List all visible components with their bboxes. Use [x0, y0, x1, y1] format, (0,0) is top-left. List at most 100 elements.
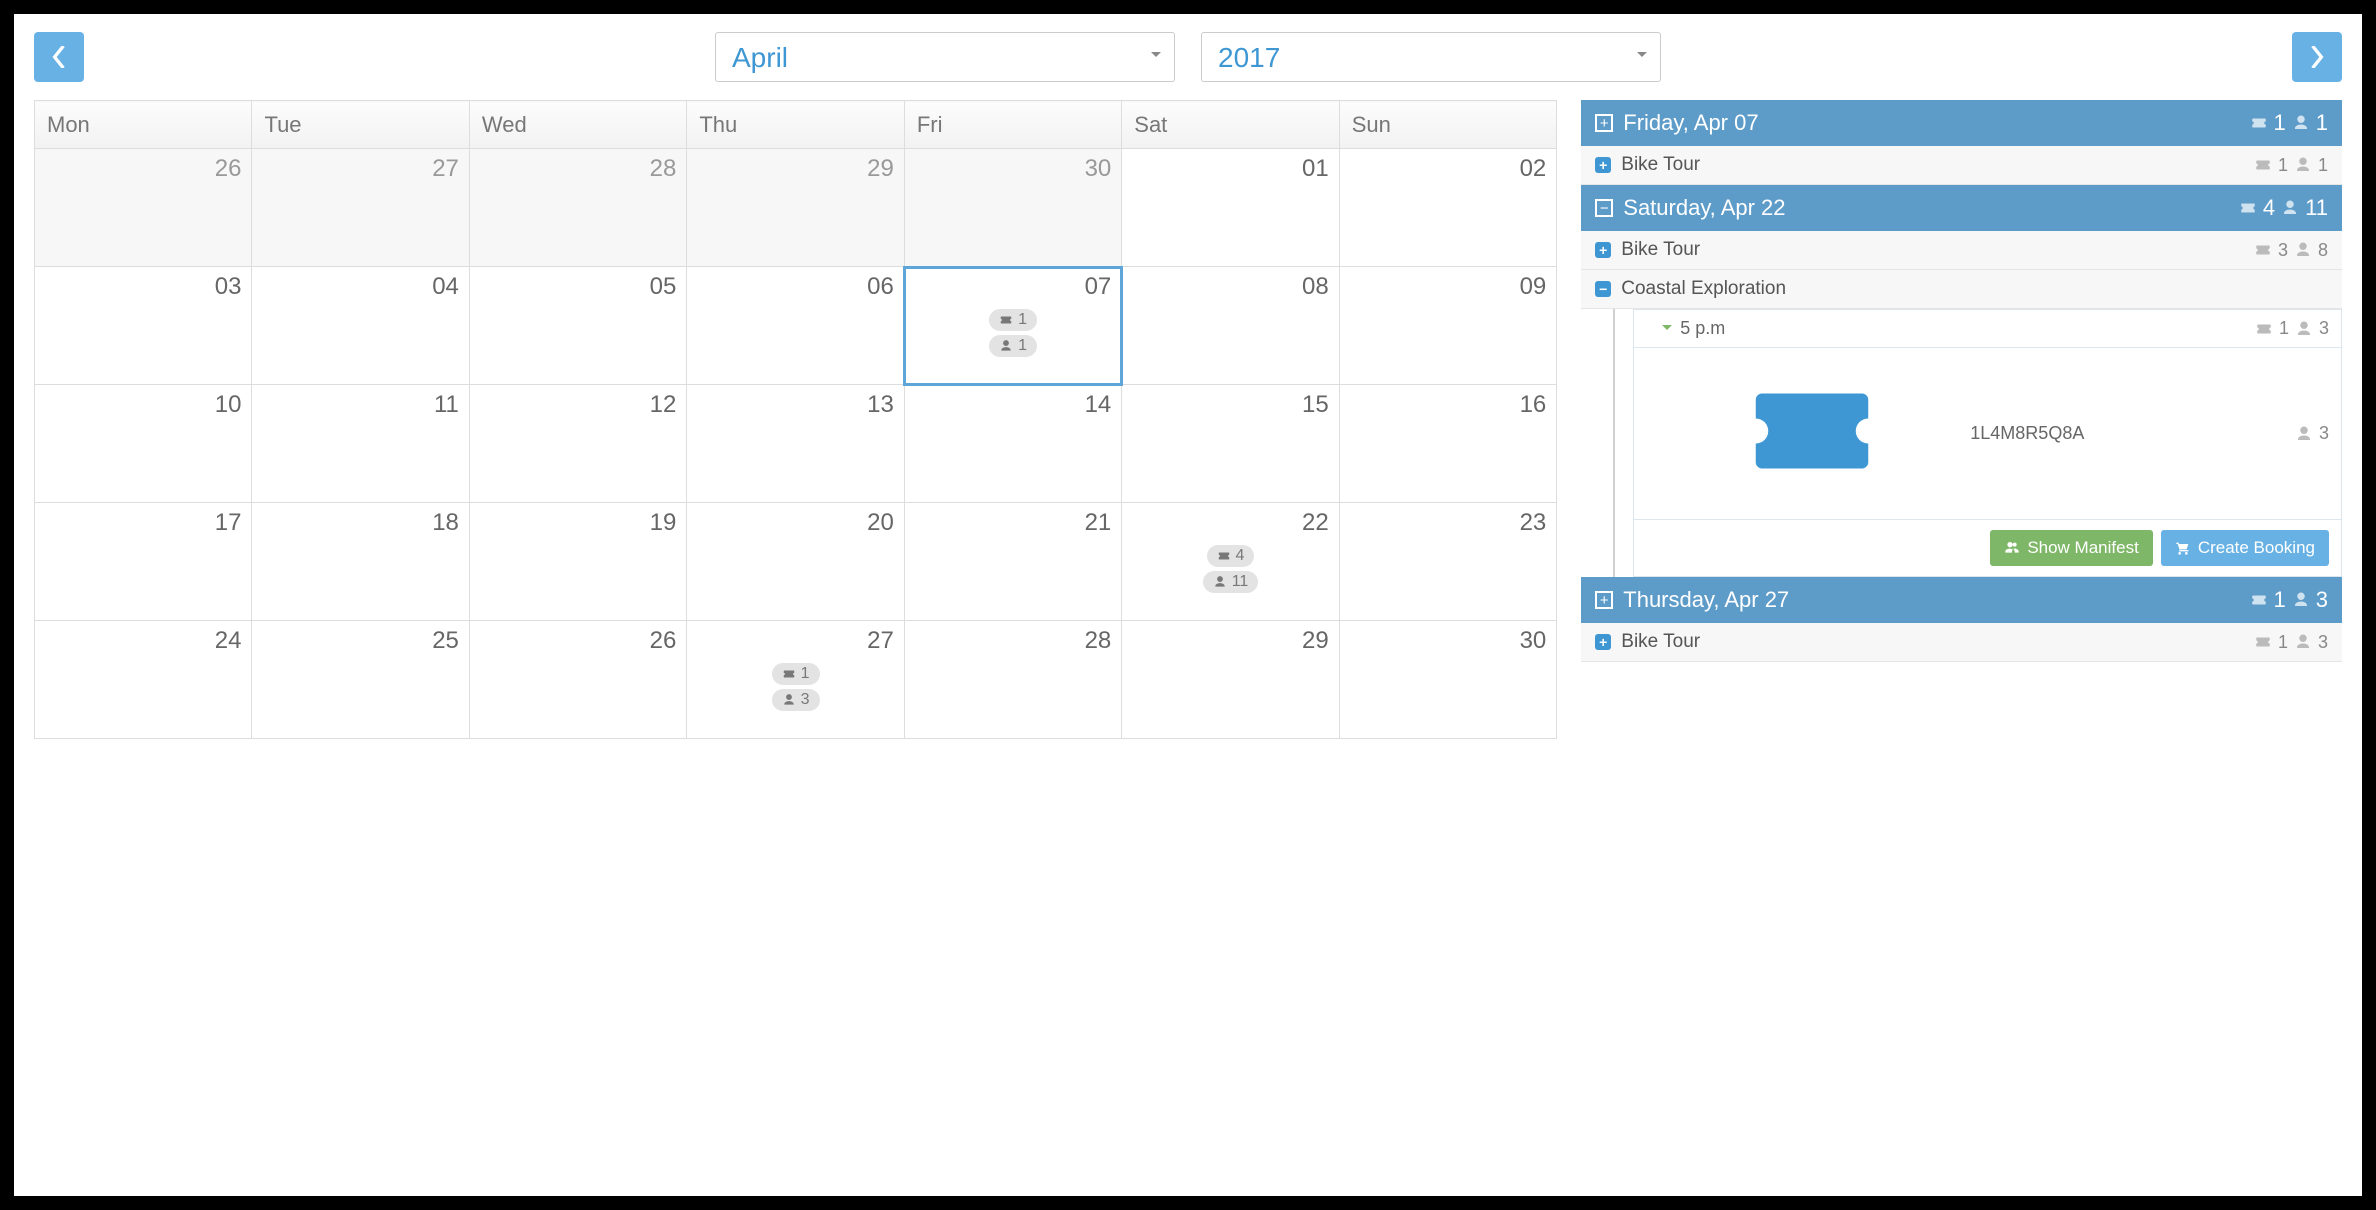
- calendar-day[interactable]: 26: [469, 621, 686, 739]
- day-group-title: Friday, Apr 07: [1623, 110, 1758, 136]
- user-icon: [999, 339, 1013, 353]
- calendar-day[interactable]: 29: [687, 149, 904, 267]
- prev-month-button[interactable]: [34, 32, 84, 82]
- ticket-icon: [2250, 591, 2268, 609]
- calendar-day[interactable]: 18: [252, 503, 469, 621]
- calendar-day[interactable]: 14: [904, 385, 1121, 503]
- user-icon: [2295, 320, 2313, 338]
- calendar-day[interactable]: 2713: [687, 621, 904, 739]
- calendar-day[interactable]: 08: [1122, 267, 1339, 385]
- show-manifest-button[interactable]: Show Manifest: [1990, 530, 2153, 566]
- day-number: 29: [1132, 627, 1328, 655]
- tour-row[interactable]: +Bike Tour11: [1581, 146, 2342, 185]
- timeslot-counts: 13: [2255, 318, 2329, 339]
- day-number: 05: [480, 273, 676, 301]
- tour-row[interactable]: +Bike Tour13: [1581, 623, 2342, 662]
- day-number: 01: [1132, 155, 1328, 183]
- day-number: 10: [45, 391, 241, 419]
- calendar-day[interactable]: 15: [1122, 385, 1339, 503]
- tickets-pill: 1: [989, 309, 1037, 331]
- calendar-day[interactable]: 23: [1339, 503, 1557, 621]
- calendar-day[interactable]: 11: [252, 385, 469, 503]
- calendar-day[interactable]: 25: [252, 621, 469, 739]
- timeslot-row[interactable]: 5 p.m13: [1633, 309, 2342, 348]
- ticket-icon: [2255, 320, 2273, 338]
- calendar-day[interactable]: 02: [1339, 149, 1557, 267]
- day-number: 09: [1350, 273, 1547, 301]
- calendar-day[interactable]: 12: [469, 385, 686, 503]
- day-group-header[interactable]: +Friday, Apr 0711: [1581, 100, 2342, 146]
- expand-icon: +: [1595, 242, 1611, 258]
- caret-down-icon: [1662, 325, 1672, 335]
- expand-icon: +: [1595, 114, 1613, 132]
- calendar-day[interactable]: 10: [35, 385, 252, 503]
- calendar-day[interactable]: 13: [687, 385, 904, 503]
- tour-label: Coastal Exploration: [1621, 278, 1786, 300]
- people-pill: 1: [989, 335, 1037, 357]
- day-badges: 13: [697, 663, 893, 711]
- day-number: 19: [480, 509, 676, 537]
- calendar-day[interactable]: 27: [252, 149, 469, 267]
- ticket-icon: [999, 313, 1013, 327]
- calendar-day[interactable]: 30: [904, 149, 1121, 267]
- collapse-icon: −: [1595, 281, 1611, 297]
- month-select[interactable]: April: [715, 32, 1175, 82]
- collapse-icon: −: [1595, 199, 1613, 217]
- day-number: 24: [45, 627, 241, 655]
- calendar-day[interactable]: 03: [35, 267, 252, 385]
- calendar-day[interactable]: 28: [469, 149, 686, 267]
- tickets-pill: 4: [1207, 545, 1255, 567]
- people-pill: 3: [772, 689, 820, 711]
- calendar-day[interactable]: 17: [35, 503, 252, 621]
- calendar-day[interactable]: 05: [469, 267, 686, 385]
- user-icon: [2281, 199, 2299, 217]
- day-number: 06: [697, 273, 893, 301]
- day-group-header[interactable]: +Thursday, Apr 2713: [1581, 577, 2342, 623]
- user-icon: [2294, 241, 2312, 259]
- day-number: 30: [915, 155, 1111, 183]
- calendar-day[interactable]: 09: [1339, 267, 1557, 385]
- weekday-header: Sat: [1122, 101, 1339, 149]
- tickets-pill: 1: [772, 663, 820, 685]
- calendar-day[interactable]: 30: [1339, 621, 1557, 739]
- user-icon: [2292, 591, 2310, 609]
- booking-counts: 3: [2295, 423, 2329, 444]
- calendar-day[interactable]: 22411: [1122, 503, 1339, 621]
- people-pill: 11: [1203, 571, 1259, 593]
- ticket-icon: [2250, 114, 2268, 132]
- day-number: 28: [915, 627, 1111, 655]
- day-number: 04: [262, 273, 458, 301]
- ticket-icon: [782, 667, 796, 681]
- calendar-day[interactable]: 21: [904, 503, 1121, 621]
- calendar-day[interactable]: 26: [35, 149, 252, 267]
- tour-row[interactable]: −Coastal Exploration: [1581, 270, 2342, 309]
- tour-row[interactable]: +Bike Tour38: [1581, 231, 2342, 270]
- day-number: 26: [45, 155, 241, 183]
- calendar-day[interactable]: 29: [1122, 621, 1339, 739]
- calendar-day[interactable]: 01: [1122, 149, 1339, 267]
- weekday-header: Mon: [35, 101, 252, 149]
- weekday-header: Tue: [252, 101, 469, 149]
- calendar-day[interactable]: 06: [687, 267, 904, 385]
- year-select[interactable]: 2017: [1201, 32, 1661, 82]
- next-month-button[interactable]: [2292, 32, 2342, 82]
- day-group-counts: 411: [2239, 195, 2328, 221]
- day-bookings-panel: +Friday, Apr 0711+Bike Tour11−Saturday, …: [1581, 100, 2342, 1178]
- day-number: 27: [697, 627, 893, 655]
- calendar-day[interactable]: 24: [35, 621, 252, 739]
- calendar-day[interactable]: 16: [1339, 385, 1557, 503]
- day-number: 13: [697, 391, 893, 419]
- day-group-header[interactable]: −Saturday, Apr 22411: [1581, 185, 2342, 231]
- day-number: 07: [915, 273, 1111, 301]
- tour-label: Bike Tour: [1621, 154, 1700, 176]
- calendar-day[interactable]: 07 1 1: [904, 267, 1121, 385]
- create-booking-button[interactable]: Create Booking: [2161, 530, 2329, 566]
- calendar-day[interactable]: 20: [687, 503, 904, 621]
- day-group-counts: 13: [2250, 587, 2329, 613]
- booking-row[interactable]: 1L4M8R5Q8A3: [1633, 348, 2342, 520]
- calendar-day[interactable]: 04: [252, 267, 469, 385]
- calendar-nav: April 2017: [34, 32, 2342, 82]
- calendar-day[interactable]: 28: [904, 621, 1121, 739]
- day-number: 18: [262, 509, 458, 537]
- calendar-day[interactable]: 19: [469, 503, 686, 621]
